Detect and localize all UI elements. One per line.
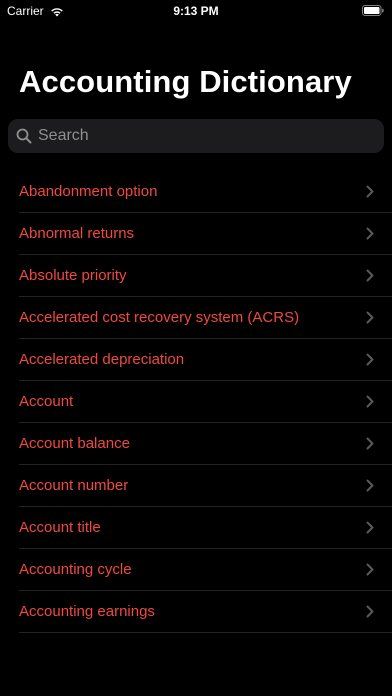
list-item-label: Abandonment option [19,183,158,200]
term-list: Abandonment option Abnormal returns Absolu… [0,171,392,633]
chevron-right-icon [366,311,374,324]
list-item[interactable]: Abandonment option [19,171,392,213]
list-item[interactable]: Account balance [19,423,392,465]
chevron-right-icon [366,479,374,492]
search-icon [16,128,32,144]
status-time: 9:13 PM [173,4,219,18]
list-item[interactable]: Accounting earnings [19,591,392,633]
search-bar[interactable] [8,119,384,153]
chevron-right-icon [366,437,374,450]
status-bar: Carrier 9:13 PM [0,0,392,22]
page-title: Accounting Dictionary [19,64,352,99]
search-input[interactable] [38,127,384,145]
chevron-right-icon [366,521,374,534]
list-item-label: Accounting cycle [19,561,132,578]
list-item[interactable]: Absolute priority [19,255,392,297]
chevron-right-icon [366,227,374,240]
list-item[interactable]: Abnormal returns [19,213,392,255]
list-item[interactable]: Account title [19,507,392,549]
battery-icon [362,5,384,16]
list-item-label: Accounting earnings [19,603,155,620]
chevron-right-icon [366,395,374,408]
chevron-right-icon [366,605,374,618]
list-item-label: Accelerated cost recovery system (ACRS) [19,309,300,326]
list-item-label: Absolute priority [19,267,127,284]
chevron-right-icon [366,353,374,366]
list-item-label: Account [19,393,74,410]
chevron-right-icon [366,269,374,282]
list-item[interactable]: Account number [19,465,392,507]
list-item-label: Abnormal returns [19,225,135,242]
list-item[interactable]: Account [19,381,392,423]
list-item[interactable]: Accounting cycle [19,549,392,591]
chevron-right-icon [366,185,374,198]
chevron-right-icon [366,563,374,576]
list-item-label: Account title [19,519,101,536]
list-item-label: Account balance [19,435,130,452]
list-item-label: Accelerated depreciation [19,351,185,368]
list-item-label: Account number [19,477,129,494]
list-item[interactable]: Accelerated depreciation [19,339,392,381]
list-item[interactable]: Accelerated cost recovery system (ACRS) [19,297,392,339]
